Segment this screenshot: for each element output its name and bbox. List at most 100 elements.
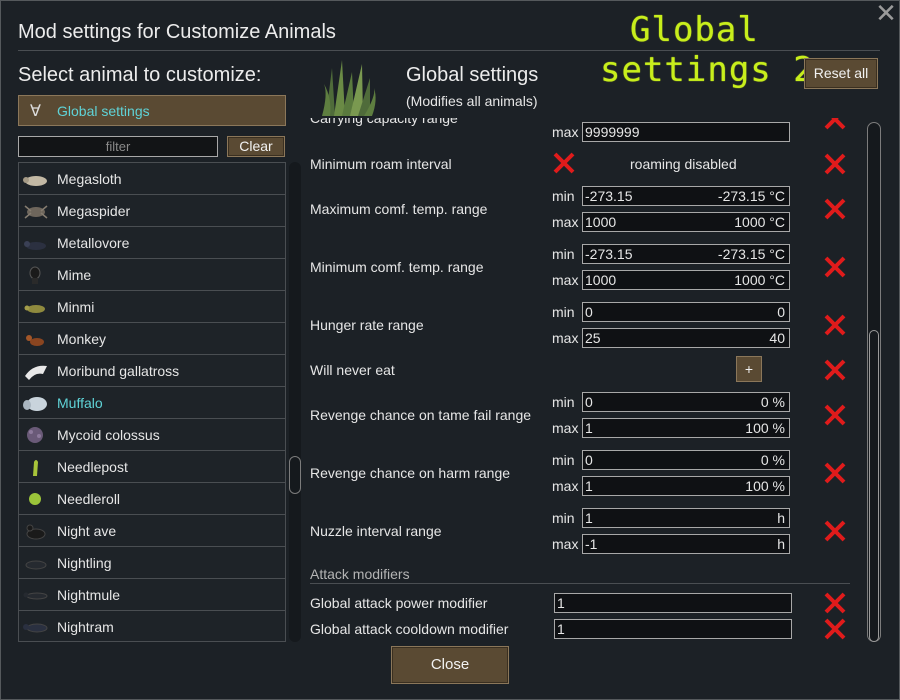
nuzzle-min-field[interactable]: 1h	[582, 508, 790, 528]
field-display: 100 %	[745, 478, 785, 494]
delete-x-icon[interactable]	[822, 312, 848, 338]
field-display: 1000 °C	[734, 272, 785, 288]
muffalo-icon	[23, 397, 47, 411]
attack-power-field[interactable]: 1	[554, 593, 792, 613]
attack-power-label: Global attack power modifier	[310, 595, 488, 611]
delete-x-icon[interactable]	[822, 518, 848, 544]
delete-x-icon[interactable]	[822, 616, 848, 642]
nuzzle-max-field[interactable]: -1 h	[582, 534, 790, 554]
roam-interval-label: Minimum roam interval	[310, 156, 452, 172]
list-item[interactable]: Megasloth	[19, 163, 285, 195]
field-value: -273.15	[585, 188, 633, 204]
list-item-label: Mime	[57, 267, 92, 283]
clear-button[interactable]: Clear	[227, 136, 285, 157]
list-item[interactable]: Nightram	[19, 611, 285, 641]
global-settings-item[interactable]: ∀ Global settings	[18, 95, 286, 126]
list-item[interactable]: Nightmule	[19, 579, 285, 611]
list-item[interactable]: Night ave	[19, 515, 285, 547]
carrying-capacity-max-field[interactable]: 9999999	[582, 122, 790, 142]
settings-panel: Carrying capacity range max 9999999 Mini…	[300, 118, 870, 644]
delete-x-icon[interactable]	[822, 402, 848, 428]
hunger-min-field[interactable]: 00	[582, 302, 790, 322]
min-label: min	[552, 510, 575, 526]
animal-list: Megasloth Megaspider Metallovore Mime Mi…	[18, 162, 286, 642]
revenge-harm-max-field[interactable]: 1 100 %	[582, 476, 790, 496]
revenge-harm-min-field[interactable]: 0 0 %	[582, 450, 790, 470]
overlay-line-1: Global	[630, 10, 759, 50]
list-item-label: Nightmule	[57, 587, 121, 603]
section-divider	[310, 583, 850, 584]
filter-input[interactable]: filter	[18, 136, 218, 157]
delete-x-icon[interactable]	[822, 118, 848, 132]
mime-icon	[29, 266, 41, 284]
list-item-label: Night ave	[57, 523, 117, 539]
roaming-status: roaming disabled	[630, 156, 737, 172]
field-value: 1	[585, 420, 593, 436]
field-display: h	[777, 536, 785, 552]
min-label: min	[552, 304, 575, 320]
megasloth-icon	[23, 176, 47, 186]
list-item[interactable]: Mycoid colossus	[19, 419, 285, 451]
min-temp-max-field[interactable]: 1000 1000 °C	[582, 270, 790, 290]
list-item[interactable]: Needleroll	[19, 483, 285, 515]
min-temp-min-field[interactable]: -273.15 -273.15 °C	[582, 244, 790, 264]
delete-x-icon[interactable]	[822, 254, 848, 280]
nightram-icon	[23, 623, 48, 633]
field-display: h	[777, 510, 785, 526]
attack-cooldown-label: Global attack cooldown modifier	[310, 621, 509, 637]
list-item-label: Mycoid colossus	[57, 427, 160, 443]
list-item[interactable]: Needlepost	[19, 451, 285, 483]
max-temp-min-field[interactable]: -273.15 -273.15 °C	[582, 186, 790, 206]
list-item[interactable]: Muffalo	[19, 387, 285, 419]
max-label: max	[552, 272, 579, 288]
max-label: max	[552, 330, 579, 346]
max-temp-label: Maximum comf. temp. range	[310, 201, 488, 217]
list-item-label: Monkey	[57, 331, 107, 347]
revenge-tame-max-field[interactable]: 1 100 %	[582, 418, 790, 438]
delete-x-icon[interactable]	[822, 460, 848, 486]
megaspider-icon	[24, 205, 48, 219]
field-value: -273.15	[585, 246, 633, 262]
close-icon[interactable]: ✕	[874, 0, 898, 26]
list-item-label: Metallovore	[57, 235, 130, 251]
max-temp-max-field[interactable]: 1000 1000 °C	[582, 212, 790, 232]
list-item-label: Megasloth	[57, 171, 122, 187]
revenge-tame-min-field[interactable]: 0 0 %	[582, 392, 790, 412]
delete-x-icon[interactable]	[822, 196, 848, 222]
hunger-max-field[interactable]: 25 40	[582, 328, 790, 348]
field-display: 40	[769, 330, 785, 346]
list-item[interactable]: Megaspider	[19, 195, 285, 227]
delete-x-icon[interactable]	[822, 590, 848, 616]
min-temp-label: Minimum comf. temp. range	[310, 259, 484, 275]
settings-scroll-thumb[interactable]	[869, 330, 879, 642]
attack-modifiers-heading: Attack modifiers	[310, 566, 410, 582]
delete-x-icon[interactable]	[822, 151, 848, 177]
min-label: min	[552, 246, 575, 262]
night-ave-icon	[26, 524, 46, 540]
list-item[interactable]: Metallovore	[19, 227, 285, 259]
list-item[interactable]: Monkey	[19, 323, 285, 355]
list-item-label: Needlepost	[57, 459, 128, 475]
monkey-icon	[26, 335, 44, 346]
close-button[interactable]: Close	[391, 646, 509, 684]
overlay-caption: Global settings 2	[600, 10, 815, 90]
max-label: max	[552, 478, 579, 494]
nuzzle-interval-label: Nuzzle interval range	[310, 523, 442, 539]
reset-all-button[interactable]: Reset all	[804, 58, 878, 89]
delete-x-icon[interactable]	[822, 357, 848, 383]
list-item[interactable]: Mime	[19, 259, 285, 291]
attack-cooldown-field[interactable]: 1	[554, 619, 792, 639]
add-button[interactable]: +	[736, 356, 762, 382]
minmi-icon	[24, 305, 45, 313]
list-item[interactable]: Nightling	[19, 547, 285, 579]
needleroll-icon	[29, 493, 41, 505]
list-item[interactable]: Minmi	[19, 291, 285, 323]
needlepost-icon	[33, 460, 38, 476]
list-item-label: Megaspider	[57, 203, 131, 219]
roam-disabled-x-icon[interactable]	[551, 150, 577, 176]
field-display: 100 %	[745, 420, 785, 436]
field-value: 1000	[585, 214, 617, 230]
max-label: max	[552, 420, 579, 436]
max-label: max	[552, 124, 579, 140]
list-item[interactable]: Moribund gallatross	[19, 355, 285, 387]
